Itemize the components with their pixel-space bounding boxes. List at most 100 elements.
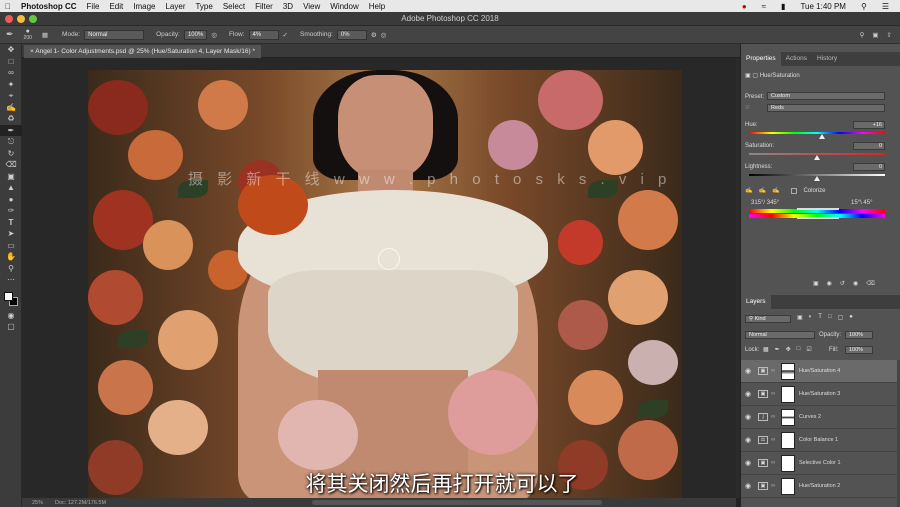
mask-icon[interactable]: ▢ xyxy=(752,73,758,79)
blur-tool-icon[interactable]: ▲ xyxy=(0,182,22,194)
layer-row[interactable]: ◉ ▣ ∞ Selective Color 1 xyxy=(741,452,897,475)
reset-icon[interactable]: ↺ xyxy=(840,280,845,287)
move-tool-icon[interactable]: ✥ xyxy=(0,44,22,56)
preset-select[interactable]: Custom xyxy=(767,92,885,100)
minimize-window-icon[interactable] xyxy=(17,15,25,23)
lock-all-icon[interactable]: ☑ xyxy=(806,346,811,353)
pen-tool-icon[interactable]: ✑ xyxy=(0,205,22,217)
path-select-tool-icon[interactable]: ➤ xyxy=(0,228,22,240)
tab-history[interactable]: History xyxy=(812,52,842,66)
brush-tool-icon[interactable]: ✒ xyxy=(6,29,14,40)
search-icon[interactable]: ⚲ xyxy=(860,31,865,39)
menu-window[interactable]: Window xyxy=(325,2,363,11)
tab-properties[interactable]: Properties xyxy=(741,52,781,66)
filter-adjustment-icon[interactable]: ◐ xyxy=(809,314,813,321)
chain-icon[interactable]: ∞ xyxy=(771,391,777,397)
menubar-clock[interactable]: Tue 1:40 PM xyxy=(795,2,851,11)
lock-transparent-icon[interactable]: ▦ xyxy=(763,346,769,353)
filter-pixel-icon[interactable]: ▣ xyxy=(797,314,803,321)
tab-actions[interactable]: Actions xyxy=(781,52,812,66)
lasso-tool-icon[interactable]: ∞ xyxy=(0,67,22,79)
chain-icon[interactable]: ∞ xyxy=(771,483,777,489)
chain-icon[interactable]: ∞ xyxy=(771,368,777,374)
eyedropper-icon[interactable]: ✍ xyxy=(745,187,752,194)
layer-mask-thumbnail[interactable] xyxy=(781,454,795,472)
lock-artboard-icon[interactable]: □ xyxy=(797,346,801,353)
pressure-opacity-icon[interactable]: ◎ xyxy=(211,31,217,39)
eye-icon[interactable]: ◉ xyxy=(741,459,755,467)
colorize-checkbox[interactable] xyxy=(791,187,798,194)
eye-icon[interactable]: ◉ xyxy=(741,482,755,490)
type-tool-icon[interactable]: T xyxy=(0,217,22,229)
lightness-value[interactable]: 0 xyxy=(853,163,885,171)
blend-mode-select[interactable]: Normal xyxy=(745,331,815,339)
targeted-adjust-icon[interactable]: ☞ xyxy=(745,104,750,111)
layer-filter-select[interactable]: ⚲ Kind xyxy=(745,315,791,323)
menu-file[interactable]: File xyxy=(82,2,105,11)
marquee-tool-icon[interactable]: □ xyxy=(0,56,22,68)
apple-icon[interactable]:  xyxy=(0,2,16,11)
crop-tool-icon[interactable]: ⌖ xyxy=(0,90,22,102)
mode-select[interactable]: Normal xyxy=(84,29,145,40)
layer-row[interactable]: ◉ ▣ ∞ Hue/Saturation 2 xyxy=(741,475,897,498)
more-tools-icon[interactable]: ⋯ xyxy=(0,274,22,286)
eraser-tool-icon[interactable]: ⌫ xyxy=(0,159,22,171)
lock-position-icon[interactable]: ✥ xyxy=(786,346,791,353)
brush-preset-picker[interactable]: ● 200 xyxy=(24,28,32,41)
gradient-tool-icon[interactable]: ▣ xyxy=(0,171,22,183)
clone-stamp-tool-icon[interactable]: ⎋ xyxy=(0,136,22,148)
saturation-value[interactable]: 0 xyxy=(853,142,885,150)
view-previous-icon[interactable]: ◉ xyxy=(827,280,832,287)
filter-shape-icon[interactable]: □ xyxy=(828,314,832,321)
wifi-icon[interactable]: ≈ xyxy=(757,2,771,11)
battery-icon[interactable]: ▮ xyxy=(776,2,790,11)
share-icon[interactable]: ⇧ xyxy=(887,31,892,39)
menu-select[interactable]: Select xyxy=(218,2,250,11)
hue-slider-thumb[interactable] xyxy=(819,134,826,139)
quick-mask-icon[interactable]: ◉ xyxy=(0,310,22,322)
clip-to-layer-icon[interactable]: ▣ xyxy=(813,280,819,287)
eyedropper-tool-icon[interactable]: ✍ xyxy=(0,102,22,114)
history-brush-tool-icon[interactable]: ↻ xyxy=(0,148,22,160)
layer-row[interactable]: ◉ ∫ ∞ Curves 2 xyxy=(741,406,897,429)
maximize-window-icon[interactable] xyxy=(29,15,37,23)
quick-select-tool-icon[interactable]: ✦ xyxy=(0,79,22,91)
eye-icon[interactable]: ◉ xyxy=(741,390,755,398)
pressure-size-icon[interactable]: ◎ xyxy=(381,31,387,39)
doc-size[interactable]: Doc: 127.2M/176.5M xyxy=(55,500,106,506)
lock-image-icon[interactable]: ✒ xyxy=(775,346,780,353)
range-selector[interactable] xyxy=(797,208,839,219)
screen-mode-icon[interactable]: ▢ xyxy=(0,321,22,333)
eyedropper-plus-icon[interactable]: ✍ xyxy=(758,187,765,194)
shape-tool-icon[interactable]: ▭ xyxy=(0,240,22,252)
filter-type-icon[interactable]: T xyxy=(818,314,822,321)
menu-edit[interactable]: Edit xyxy=(104,2,128,11)
layer-mask-thumbnail[interactable] xyxy=(781,362,795,380)
eye-icon[interactable]: ◉ xyxy=(741,367,755,375)
menu-app-name[interactable]: Photoshop CC xyxy=(16,2,82,11)
layer-opacity-input[interactable]: 100% xyxy=(845,331,873,339)
chain-icon[interactable]: ∞ xyxy=(771,460,777,466)
document-photo[interactable]: 摄 影 新 干 线 w w w . p h o t o s k s . v i … xyxy=(88,70,682,498)
menu-3d[interactable]: 3D xyxy=(278,2,298,11)
saturation-slider-thumb[interactable] xyxy=(814,155,820,160)
chain-icon[interactable]: ∞ xyxy=(771,437,777,443)
workspace-icon[interactable]: ▣ xyxy=(872,31,878,39)
foreground-color-swatch[interactable] xyxy=(4,291,13,301)
tab-layers[interactable]: Layers xyxy=(741,295,771,309)
search-icon[interactable]: ⚲ xyxy=(856,2,872,11)
eye-icon[interactable]: ◉ xyxy=(741,436,755,444)
fill-input[interactable]: 100% xyxy=(845,346,873,354)
document-tab[interactable]: × Angel 1- Color Adjustments.psd @ 25% (… xyxy=(24,45,262,58)
color-swatches[interactable] xyxy=(0,290,21,310)
menu-list-icon[interactable]: ☰ xyxy=(877,2,894,11)
menu-help[interactable]: Help xyxy=(364,2,390,11)
menu-layer[interactable]: Layer xyxy=(160,2,190,11)
visibility-icon[interactable]: ◉ xyxy=(853,280,858,287)
brush-settings-icon[interactable]: ▦ xyxy=(42,31,48,39)
eyedropper-minus-icon[interactable]: ✍ xyxy=(772,187,779,194)
gear-icon[interactable]: ⚙ xyxy=(371,31,377,39)
zoom-level[interactable]: 25% xyxy=(32,500,43,506)
layer-mask-thumbnail[interactable] xyxy=(781,408,795,426)
hue-value[interactable]: +16 xyxy=(853,121,885,129)
